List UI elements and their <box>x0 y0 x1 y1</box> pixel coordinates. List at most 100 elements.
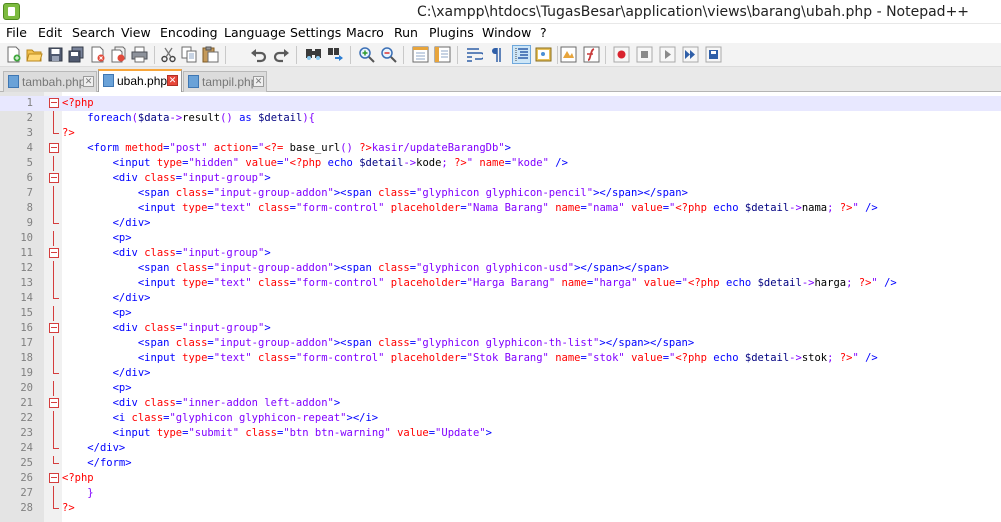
menu-file[interactable]: File <box>6 25 27 40</box>
menu-encoding[interactable]: Encoding <box>160 25 218 40</box>
fold-toggle-icon[interactable] <box>49 98 59 108</box>
code-token: <span <box>137 337 176 349</box>
fold-toggle-icon[interactable] <box>49 323 59 333</box>
menu-run[interactable]: Run <box>394 25 418 40</box>
file-icon <box>8 75 19 88</box>
copy-icon[interactable] <box>181 46 198 63</box>
indent-guide-icon[interactable] <box>512 45 531 64</box>
folder-workspace-icon[interactable] <box>560 46 577 63</box>
find-icon[interactable] <box>305 46 322 63</box>
open-icon[interactable] <box>26 46 43 63</box>
function-list-icon[interactable] <box>583 46 600 63</box>
toolbar-separator <box>225 46 226 64</box>
show-all-characters-icon[interactable] <box>488 46 505 63</box>
sync-horizontal-icon[interactable] <box>434 46 451 63</box>
code-line[interactable]: 22 <i class="glyphicon glyphicon-repeat"… <box>0 411 1001 426</box>
menu-view[interactable]: View <box>121 25 151 40</box>
save-all-icon[interactable] <box>68 46 85 63</box>
code-line[interactable]: 28 ?> <box>0 501 1001 516</box>
code-token: ?> <box>839 202 853 214</box>
menu-edit[interactable]: Edit <box>38 25 62 40</box>
sync-vertical-icon[interactable] <box>412 46 429 63</box>
close-tab-icon[interactable]: ✕ <box>167 75 178 86</box>
code-line[interactable]: 9 </div> <box>0 216 1001 231</box>
code-line[interactable]: 19 </div> <box>0 366 1001 381</box>
code-line[interactable]: 13 <input type="text" class="form-contro… <box>0 276 1001 291</box>
document-map-icon[interactable] <box>535 46 552 63</box>
fold-toggle-icon[interactable] <box>49 173 59 183</box>
close-icon[interactable] <box>89 46 106 63</box>
code-editor[interactable]: 1 <?php 2 foreach($data->result() as $deta… <box>0 92 1001 522</box>
code-line[interactable]: 1 <?php <box>0 96 1001 111</box>
code-line[interactable]: 24 </div> <box>0 441 1001 456</box>
code-line[interactable]: 7 <span class="input-group-addon"><span … <box>0 186 1001 201</box>
close-tab-icon[interactable]: ✕ <box>83 76 94 87</box>
menu-search[interactable]: Search <box>72 25 115 40</box>
word-wrap-icon[interactable] <box>466 46 483 63</box>
code-line[interactable]: 10 <p> <box>0 231 1001 246</box>
close-tab-icon[interactable]: ✕ <box>253 76 264 87</box>
code-line[interactable]: 27 } <box>0 486 1001 501</box>
tab-tampil-php[interactable]: tampil.php ✕ <box>183 71 267 92</box>
code-token: placeholder <box>390 352 461 364</box>
run-macro-multiple-icon[interactable] <box>682 46 699 63</box>
code-line[interactable]: 21 <div class="inner-addon left-addon"> <box>0 396 1001 411</box>
save-icon[interactable] <box>47 46 64 63</box>
menu-window[interactable]: Window <box>482 25 531 40</box>
code-line[interactable]: 6 <div class="input-group"> <box>0 171 1001 186</box>
code-line[interactable]: 15 <p> <box>0 306 1001 321</box>
zoom-in-icon[interactable] <box>358 46 375 63</box>
fold-toggle-icon[interactable] <box>49 473 59 483</box>
code-line[interactable]: 8 <input type="text" class="form-control… <box>0 201 1001 216</box>
code-line[interactable]: 4 <form method="post" action="<?= base_u… <box>0 141 1001 156</box>
code-line[interactable]: 14 </div> <box>0 291 1001 306</box>
code-line[interactable]: 17 <span class="input-group-addon"><span… <box>0 336 1001 351</box>
fold-toggle-icon[interactable] <box>49 398 59 408</box>
cut-icon[interactable] <box>160 46 177 63</box>
code-line[interactable]: 25 </form> <box>0 456 1001 471</box>
menu-plugins[interactable]: Plugins <box>429 25 474 40</box>
code-line[interactable]: 3 ?> <box>0 126 1001 141</box>
code-line[interactable]: 20 <p> <box>0 381 1001 396</box>
menu-macro[interactable]: Macro <box>346 25 384 40</box>
play-macro-icon[interactable] <box>659 46 676 63</box>
zoom-out-icon[interactable] <box>380 46 397 63</box>
code-line[interactable]: 23 <input type="submit" class="btn btn-w… <box>0 426 1001 441</box>
code-line[interactable]: 26 <?php <box>0 471 1001 486</box>
menu-language[interactable]: Language <box>224 25 286 40</box>
code-token: "input-group-addon" <box>213 262 334 274</box>
redo-icon[interactable] <box>273 46 290 63</box>
line-number: 18 <box>20 352 33 364</box>
code-line[interactable]: 5 <input type="hidden" value="<?php echo… <box>0 156 1001 171</box>
tab-ubah-php[interactable]: ubah.php ✕ <box>98 69 182 93</box>
save-macro-icon[interactable] <box>705 46 722 63</box>
code-line[interactable]: 12 <span class="input-group-addon"><span… <box>0 261 1001 276</box>
code-line[interactable]: 2 foreach($data->result() as $detail){ <box>0 111 1001 126</box>
code-token: "Stok Barang" <box>466 352 549 364</box>
code-line[interactable]: 11 <div class="input-group"> <box>0 246 1001 261</box>
toolbar-separator <box>403 46 404 64</box>
undo-icon[interactable] <box>250 46 267 63</box>
menu-settings[interactable]: Settings <box>290 25 341 40</box>
fold-toggle-icon[interactable] <box>49 248 59 258</box>
tab-tambah-php[interactable]: tambah.php ✕ <box>3 71 97 92</box>
line-number: 2 <box>26 112 33 124</box>
fold-toggle-icon[interactable] <box>49 143 59 153</box>
new-icon[interactable] <box>5 46 22 63</box>
paste-icon[interactable] <box>202 46 219 63</box>
close-all-icon[interactable] <box>110 46 127 63</box>
code-line[interactable]: 16 <div class="input-group"> <box>0 321 1001 336</box>
code-token: /> <box>555 157 568 169</box>
code-line[interactable]: 18 <input type="text" class="form-contro… <box>0 351 1001 366</box>
replace-icon[interactable] <box>327 46 344 63</box>
print-icon[interactable] <box>131 46 148 63</box>
stop-recording-icon[interactable] <box>636 46 653 63</box>
record-macro-icon[interactable] <box>613 46 630 63</box>
code-token: action <box>213 142 252 154</box>
menu-help[interactable]: ? <box>540 25 547 40</box>
code-token: <input <box>137 352 183 364</box>
code-token: <?php <box>675 352 707 364</box>
